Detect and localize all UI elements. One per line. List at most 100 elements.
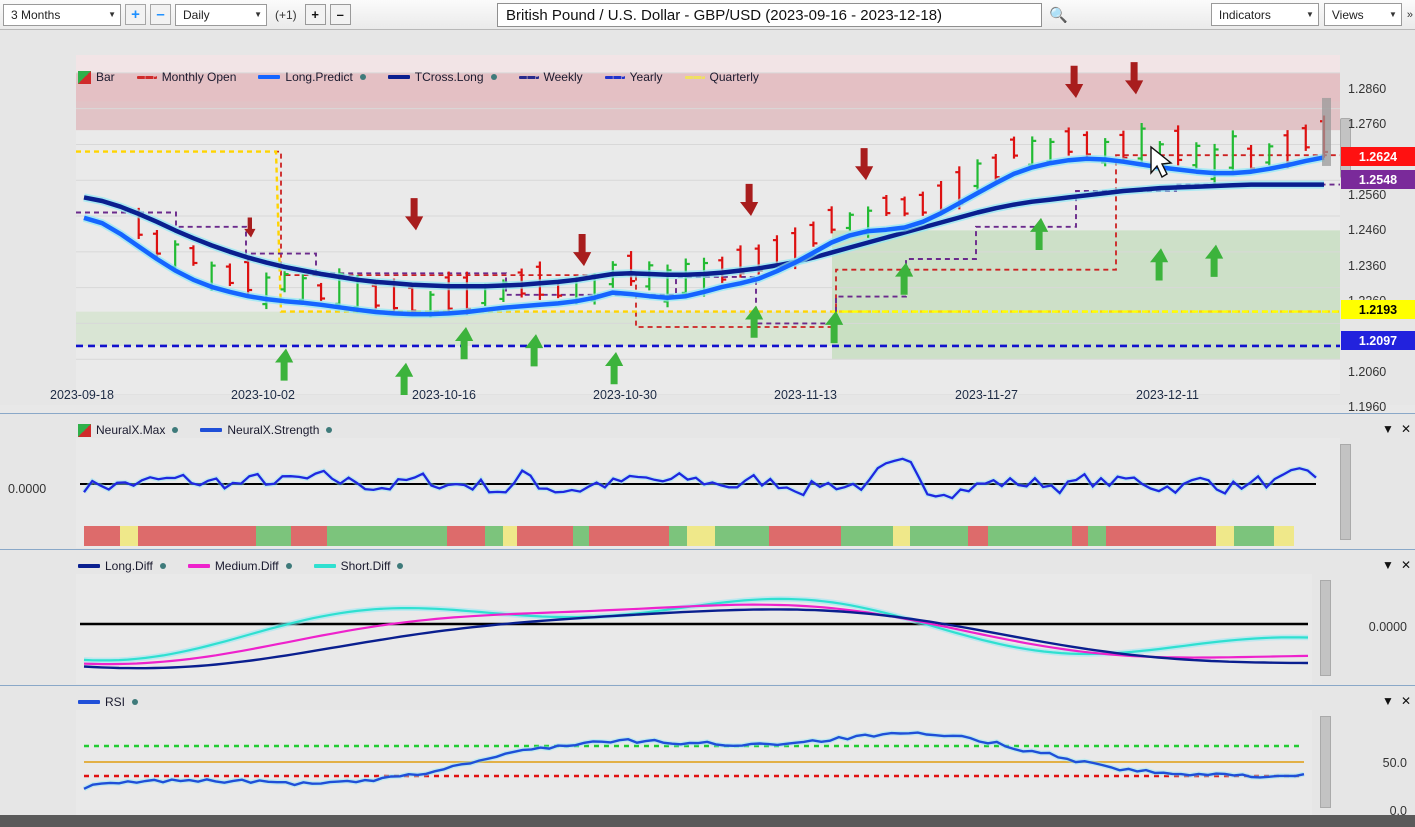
close-icon[interactable]: ✕ bbox=[1401, 558, 1411, 572]
price-y-tick: 1.2460 bbox=[1348, 223, 1387, 238]
legend-item-bar[interactable]: Bar bbox=[78, 70, 115, 84]
legend-label: Monthly Open bbox=[161, 70, 237, 84]
chevron-down-icon: ▼ bbox=[1388, 10, 1397, 19]
interval-select[interactable]: Daily ▼ bbox=[175, 3, 267, 26]
close-icon[interactable]: ✕ bbox=[1401, 694, 1411, 708]
legend-label: Weekly bbox=[543, 70, 583, 84]
legend-label: Long.Predict bbox=[285, 70, 353, 84]
legend-item-neuralx-strength[interactable]: NeuralX.Strength bbox=[200, 423, 333, 437]
legend-label: NeuralX.Max bbox=[96, 423, 166, 437]
neuralx-plot-area[interactable] bbox=[76, 438, 1340, 548]
price-y-tick: 1.2360 bbox=[1348, 258, 1387, 273]
legend-settings-icon[interactable] bbox=[172, 427, 179, 433]
chevron-down-icon: ▼ bbox=[254, 10, 262, 19]
price-y-tick: 1.1960 bbox=[1348, 400, 1387, 414]
rsi-panel-controls: ▼ ✕ bbox=[1382, 694, 1411, 708]
price-x-tick: 2023-10-16 bbox=[412, 388, 476, 402]
legend-item-tcross-long[interactable]: TCross.Long bbox=[387, 70, 497, 84]
interval-select-value: Daily bbox=[183, 7, 210, 22]
quarterly-tag[interactable]: 1.2193 bbox=[1341, 300, 1415, 319]
legend-item-monthly-open[interactable]: Monthly Open bbox=[136, 70, 237, 84]
neuralx-legend: NeuralX.Max NeuralX.Strength bbox=[78, 423, 333, 437]
diff-scrollbar[interactable] bbox=[1320, 580, 1331, 676]
rsi-mid-label: 50.0 bbox=[1382, 756, 1407, 770]
price-y-tick: 1.2060 bbox=[1348, 364, 1387, 379]
offset-label: (+1) bbox=[275, 7, 297, 22]
legend-swatch-icon bbox=[518, 75, 539, 79]
bars-minus-button[interactable]: – bbox=[329, 4, 351, 25]
views-select-value: Views bbox=[1331, 7, 1364, 22]
rsi-plot-area[interactable] bbox=[76, 710, 1312, 816]
legend-label: Quarterly bbox=[709, 70, 759, 84]
neuralx-panel: NeuralX.Max NeuralX.Strength ▼ ✕ 0.0000 bbox=[0, 413, 1415, 549]
symbol-input[interactable]: British Pound / U.S. Dollar - GBP/USD (2… bbox=[497, 3, 1042, 27]
legend-settings-icon[interactable] bbox=[397, 563, 404, 569]
collapse-icon[interactable]: ▼ bbox=[1382, 694, 1394, 708]
neuralx-chart-svg bbox=[76, 438, 1340, 548]
legend-settings-icon[interactable] bbox=[132, 699, 139, 705]
chevron-down-icon: ▼ bbox=[1305, 10, 1314, 19]
legend-label: Medium.Diff bbox=[214, 559, 279, 573]
legend-item-medium-diff[interactable]: Medium.Diff bbox=[187, 559, 292, 573]
close-icon[interactable]: ✕ bbox=[1401, 422, 1411, 436]
legend-swatch-icon bbox=[200, 428, 223, 432]
rsi-scrollbar[interactable] bbox=[1320, 716, 1331, 808]
price-chart-svg bbox=[76, 55, 1340, 395]
legend-settings-icon[interactable] bbox=[326, 427, 333, 433]
symbol-area: British Pound / U.S. Dollar - GBP/USD (2… bbox=[497, 3, 1068, 27]
legend-item-yearly[interactable]: Yearly bbox=[604, 70, 663, 84]
bottom-status-bar bbox=[0, 815, 1415, 827]
legend-swatch-icon bbox=[313, 564, 336, 568]
legend-item-short-diff[interactable]: Short.Diff bbox=[313, 559, 404, 573]
legend-item-rsi[interactable]: RSI bbox=[78, 695, 139, 709]
legend-swatch-icon bbox=[684, 75, 705, 79]
price-plot-area[interactable] bbox=[76, 55, 1340, 395]
legend-settings-icon[interactable] bbox=[490, 74, 497, 80]
weekly-tag[interactable]: 1.2548 bbox=[1341, 170, 1415, 189]
price-x-tick: 2023-10-02 bbox=[231, 388, 295, 402]
diff-panel: Long.Diff Medium.Diff Short.Diff ▼ ✕ 0.000… bbox=[0, 549, 1415, 685]
collapse-icon[interactable]: ▼ bbox=[1382, 558, 1394, 572]
diff-panel-controls: ▼ ✕ bbox=[1382, 558, 1411, 572]
legend-item-neuralx-max[interactable]: NeuralX.Max bbox=[78, 423, 179, 437]
legend-label: TCross.Long bbox=[414, 70, 484, 84]
price-x-tick: 2023-11-13 bbox=[774, 388, 838, 402]
resistance-tag[interactable]: 1.2624 bbox=[1341, 147, 1415, 166]
right-toolbar: Indicators ▼ Views ▼ » bbox=[1210, 3, 1413, 26]
legend-settings-icon[interactable] bbox=[285, 563, 292, 569]
neuralx-scrollbar[interactable] bbox=[1340, 444, 1351, 540]
legend-label: Yearly bbox=[629, 70, 663, 84]
views-select[interactable]: Views ▼ bbox=[1323, 3, 1402, 26]
legend-item-quarterly[interactable]: Quarterly bbox=[684, 70, 759, 84]
rsi-panel: RSI ▼ ✕ 50.0 0.0 bbox=[0, 685, 1415, 818]
legend-item-long-predict[interactable]: Long.Predict bbox=[258, 70, 366, 84]
neuralx-panel-controls: ▼ ✕ bbox=[1382, 422, 1411, 436]
chevron-down-icon: ▼ bbox=[108, 10, 116, 19]
collapse-icon[interactable]: ▼ bbox=[1382, 422, 1394, 436]
indicators-select[interactable]: Indicators ▼ bbox=[1210, 3, 1319, 26]
legend-settings-icon[interactable] bbox=[159, 563, 166, 569]
legend-swatch-icon bbox=[187, 564, 210, 568]
legend-label: RSI bbox=[105, 695, 126, 709]
price-x-tick: 2023-11-27 bbox=[955, 388, 1019, 402]
legend-swatch-icon bbox=[604, 75, 625, 79]
legend-settings-icon[interactable] bbox=[359, 74, 366, 80]
toolbar: 3 Months ▼ + – Daily ▼ (+1) + – British … bbox=[0, 0, 1415, 30]
zoom-out-button[interactable]: – bbox=[150, 4, 171, 25]
search-icon[interactable]: 🔍 bbox=[1049, 6, 1068, 24]
legend-item-long-diff[interactable]: Long.Diff bbox=[78, 559, 166, 573]
legend-label: Long.Diff bbox=[105, 559, 153, 573]
legend-swatch-icon bbox=[78, 564, 100, 568]
rsi-chart-svg bbox=[76, 710, 1312, 816]
overflow-icon[interactable]: » bbox=[1407, 9, 1413, 21]
price-y-tick: 1.2760 bbox=[1348, 117, 1387, 132]
diff-plot-area[interactable] bbox=[76, 574, 1312, 684]
range-select-value: 3 Months bbox=[11, 7, 61, 22]
yearly-tag[interactable]: 1.2097 bbox=[1341, 331, 1415, 350]
legend-item-weekly[interactable]: Weekly bbox=[518, 70, 583, 84]
legend-swatch-icon bbox=[78, 700, 100, 704]
range-select[interactable]: 3 Months ▼ bbox=[3, 3, 121, 26]
bars-plus-button[interactable]: + bbox=[304, 4, 326, 25]
zoom-in-button[interactable]: + bbox=[125, 4, 146, 25]
price-x-tick: 2023-09-18 bbox=[50, 388, 114, 402]
